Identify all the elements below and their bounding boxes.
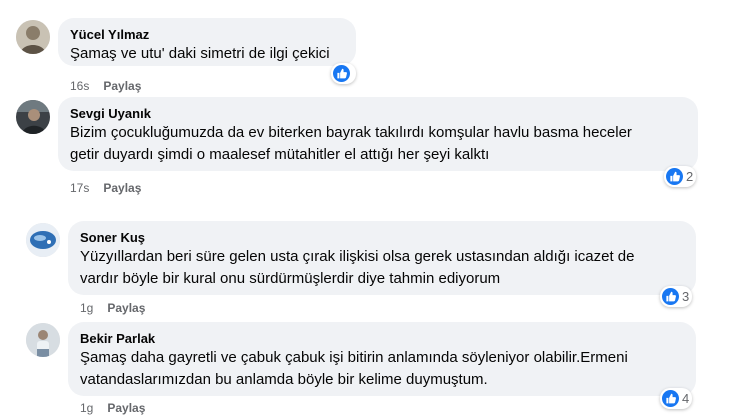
comment-time[interactable]: 17s [70, 181, 89, 195]
comment-text-line: Şamaş daha gayretli ve çabuk çabuk işi b… [80, 349, 628, 366]
reaction-count[interactable]: 2 [664, 166, 697, 187]
comment-text-line: Şamaş ve utu' daki simetri de ilgi çekic… [70, 45, 330, 62]
avatar[interactable] [16, 20, 50, 54]
comment-bubble: Sevgi Uyanık Bizim çocukluğumuzda da ev … [58, 97, 698, 171]
comment-bubble: Soner Kuş Yüzyıllardan beri süre gelen u… [68, 221, 696, 295]
comment-author[interactable]: Soner Kuş [80, 229, 684, 246]
share-link[interactable]: Paylaş [107, 301, 145, 315]
comment-author[interactable]: Bekir Parlak [80, 330, 684, 347]
avatar[interactable] [26, 323, 60, 357]
comment-time[interactable]: 1g [80, 301, 93, 315]
share-link[interactable]: Paylaş [107, 401, 145, 415]
share-link[interactable]: Paylaş [103, 79, 141, 93]
reaction-count-label: 4 [682, 391, 690, 406]
thumbs-up-icon [662, 390, 679, 407]
comment-text-line: vatandaslarımızdan bu anlamda böyle bir … [80, 371, 488, 388]
reaction-count[interactable]: 3 [660, 286, 693, 307]
comment-meta: 17s Paylaş [70, 181, 141, 195]
comment-time[interactable]: 1g [80, 401, 93, 415]
avatar[interactable] [26, 223, 60, 257]
comment-meta: 16s Paylaş [70, 79, 141, 93]
avatar[interactable] [16, 100, 50, 134]
reaction-count-label: 2 [686, 169, 694, 184]
comment-text-line: getir duyardı şimdi o maalesef mütahitle… [70, 146, 490, 163]
comment-bubble: Bekir Parlak Şamaş daha gayretli ve çabu… [68, 322, 696, 396]
comment-text-line: Bizim çocukluğumuzda da ev biterken bayr… [70, 124, 632, 141]
reaction-count-label: 3 [682, 289, 690, 304]
thumbs-up-icon [333, 65, 350, 82]
comment-author[interactable]: Sevgi Uyanık [70, 105, 686, 122]
avatar-image [16, 100, 50, 134]
comment-text-line: vardır böyle bir kural onu sürdürmüşlerd… [80, 270, 501, 287]
comment-meta: 1g Paylaş [80, 301, 145, 315]
share-link[interactable]: Paylaş [103, 181, 141, 195]
avatar-image [26, 223, 60, 257]
comment-bubble: Yücel Yılmaz Şamaş ve utu' daki simetri … [58, 18, 356, 66]
comment-text-line: Yüzyıllardan beri süre gelen usta çırak … [80, 248, 635, 265]
avatar-image [26, 323, 60, 357]
thumbs-up-icon [666, 168, 683, 185]
comment-meta: 1g Paylaş [80, 401, 145, 415]
avatar-image [16, 20, 50, 54]
reaction-count[interactable] [331, 63, 356, 84]
reaction-count[interactable]: 4 [660, 388, 693, 409]
thumbs-up-icon [662, 288, 679, 305]
comment-author[interactable]: Yücel Yılmaz [70, 26, 344, 43]
comment-time[interactable]: 16s [70, 79, 89, 93]
